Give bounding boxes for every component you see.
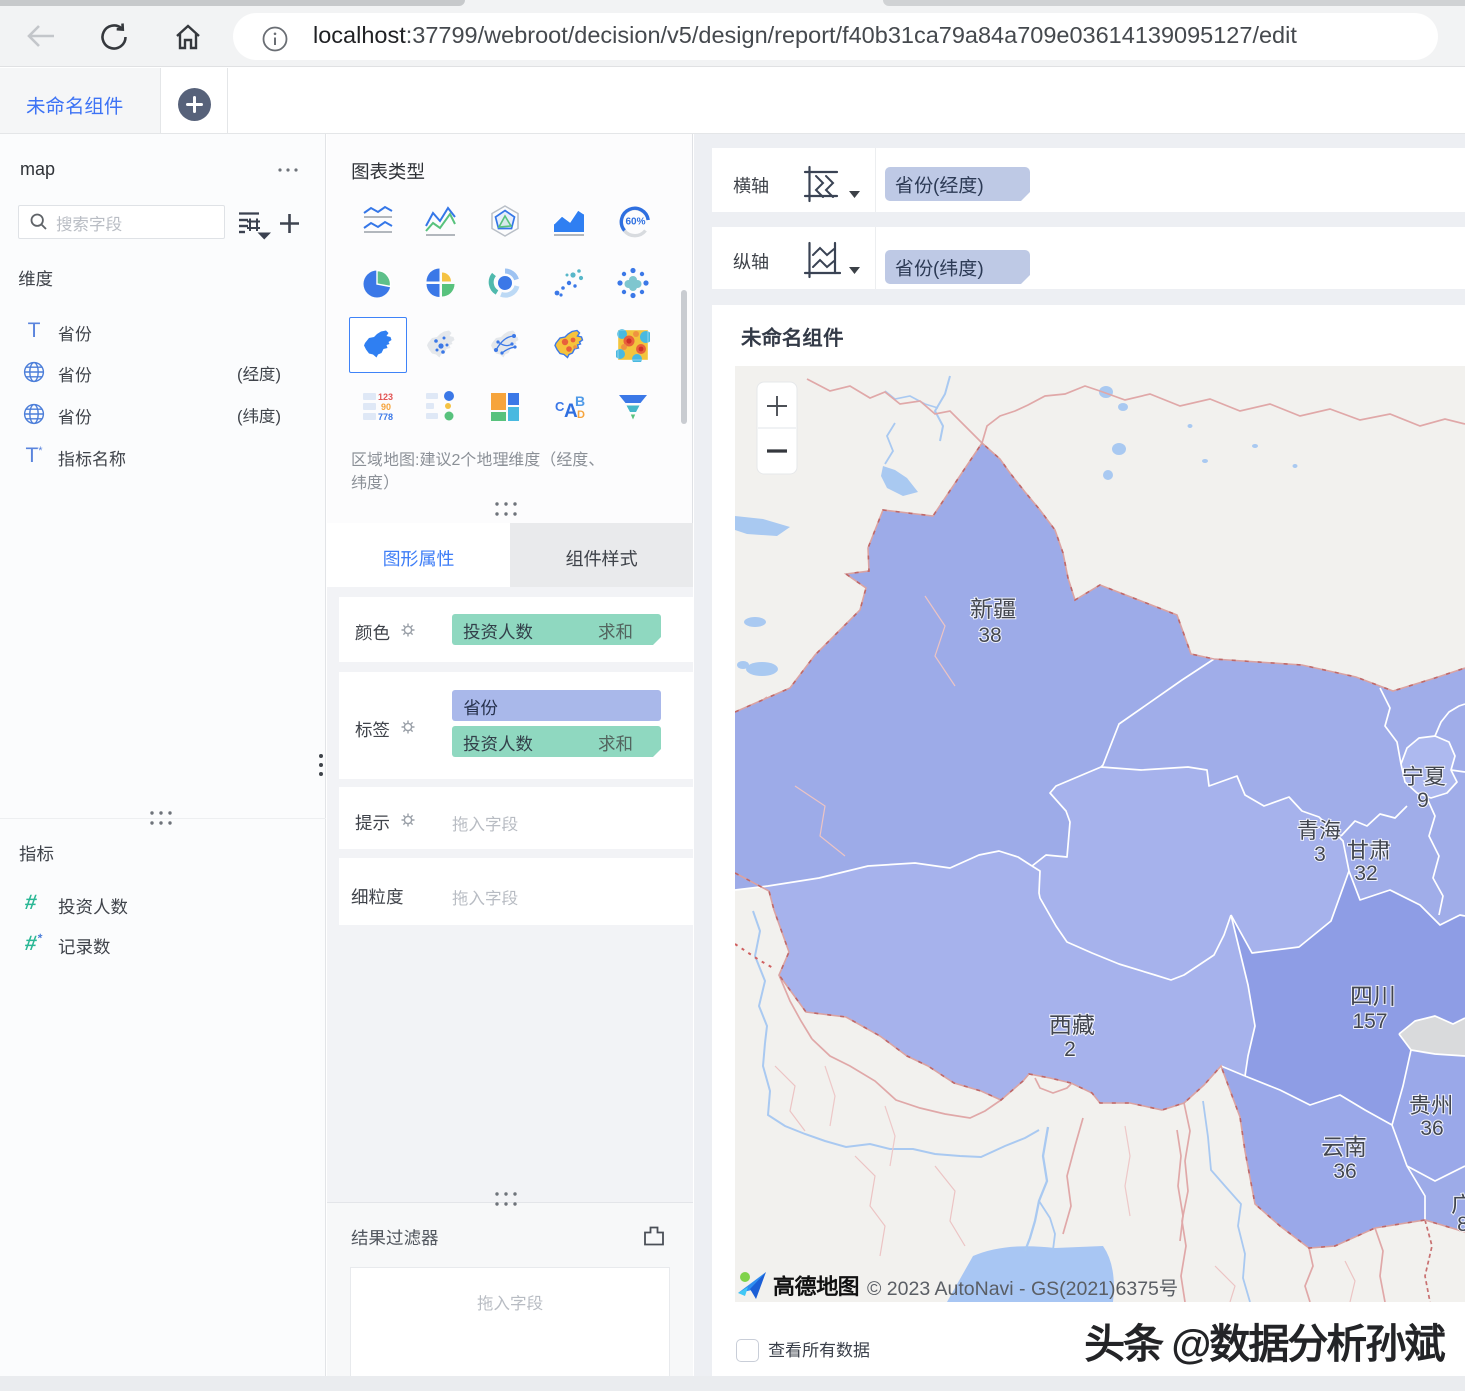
svg-text:9: 9 (1417, 789, 1429, 812)
svg-text:B: B (575, 393, 585, 409)
svg-text:西藏: 西藏 (1049, 1006, 1095, 1040)
svg-text:青海: 青海 (1297, 813, 1341, 845)
svg-text:36: 36 (1420, 1117, 1443, 1140)
svg-text:甘肃: 甘肃 (1347, 833, 1391, 865)
svg-text:宁夏: 宁夏 (1402, 759, 1446, 791)
svg-text:60%: 60% (625, 217, 645, 228)
svg-text:3: 3 (1314, 843, 1326, 866)
svg-text:36: 36 (1333, 1160, 1356, 1183)
svg-text:高德地图: 高德地图 (773, 1269, 860, 1301)
svg-text:90: 90 (381, 402, 391, 412)
svg-text:四川: 四川 (1350, 977, 1396, 1011)
svg-text:123: 123 (378, 392, 393, 402)
svg-text:2: 2 (1064, 1038, 1076, 1061)
svg-text:32: 32 (1354, 862, 1377, 885)
svg-text:D: D (577, 409, 585, 421)
svg-text:778: 778 (378, 412, 393, 422)
svg-text:云南: 云南 (1321, 1128, 1367, 1162)
svg-text:贵州: 贵州 (1409, 1088, 1453, 1120)
svg-text:新疆: 新疆 (970, 590, 1016, 624)
svg-text:157: 157 (1352, 1010, 1387, 1033)
svg-text:8: 8 (1457, 1213, 1465, 1236)
svg-text:© 2023 AutoNavi - GS(2021)6375: © 2023 AutoNavi - GS(2021)6375号 (867, 1278, 1178, 1300)
svg-text:38: 38 (978, 624, 1001, 647)
